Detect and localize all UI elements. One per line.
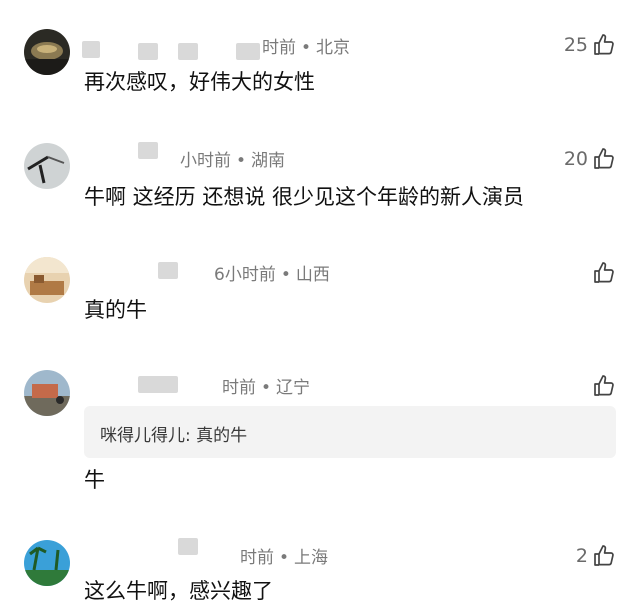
comment-location: 山西 [295, 265, 330, 285]
meta-separator: • [261, 378, 272, 398]
comment-text: 这么牛啊，感兴趣了 [84, 579, 273, 603]
meta-separator: • [301, 38, 312, 58]
quoted-reply-text: 咪得儿得儿: 真的牛 [100, 426, 248, 446]
user-avatar[interactable] [24, 143, 70, 189]
comment-meta: 时前 • 辽宁 [222, 378, 310, 398]
comment-text: 再次感叹，好伟大的女性 [84, 70, 315, 94]
comment-location: 上海 [294, 548, 329, 568]
username-redacted [178, 43, 198, 60]
thumbs-up-icon [594, 34, 614, 55]
comment-time: 小时前 [180, 151, 231, 171]
like-count: 20 [563, 148, 588, 170]
comment-text: 牛啊 这经历 还想说 很少见这个年龄的新人演员 [84, 185, 525, 209]
thumbs-up-icon [594, 262, 614, 283]
like-button[interactable] [588, 374, 616, 398]
comment-location: 北京 [316, 38, 351, 58]
username-redacted [138, 142, 158, 159]
username-redacted [236, 43, 260, 60]
like-button[interactable]: 20 [564, 147, 616, 171]
comment-location: 湖南 [251, 151, 286, 171]
comment-time: 时前 [240, 548, 274, 568]
username-redacted [138, 376, 178, 393]
comment-text: 真的牛 [84, 298, 147, 322]
meta-separator: • [280, 265, 291, 285]
user-avatar[interactable] [24, 370, 70, 416]
like-count: 2 [575, 545, 588, 567]
user-avatar[interactable] [24, 29, 70, 75]
meta-separator: • [236, 151, 247, 171]
username-redacted [138, 43, 158, 60]
comment-time: 时前 [262, 38, 296, 58]
comment-location: 辽宁 [276, 378, 311, 398]
user-avatar[interactable] [24, 257, 70, 303]
comment-time: 时前 [222, 378, 256, 398]
username-redacted [82, 41, 100, 58]
username-redacted [178, 538, 198, 555]
thumbs-up-icon [594, 545, 614, 566]
like-button[interactable]: 25 [564, 33, 616, 57]
thumbs-up-icon [594, 375, 614, 396]
comment-text: 牛 [84, 468, 105, 492]
meta-separator: • [279, 548, 290, 568]
user-avatar[interactable] [24, 540, 70, 586]
comment-meta: 时前 • 上海 [240, 548, 328, 568]
comment-time: 6小时前 [214, 265, 276, 285]
comment-meta: 小时前 • 湖南 [180, 151, 285, 171]
comment-meta: 6小时前 • 山西 [214, 265, 330, 285]
quoted-reply[interactable]: 咪得儿得儿: 真的牛 [84, 406, 616, 458]
like-count: 25 [563, 34, 588, 56]
username-redacted [158, 262, 178, 279]
comment-meta: 时前 • 北京 [262, 38, 350, 58]
like-button[interactable]: 2 [576, 544, 616, 568]
thumbs-up-icon [594, 148, 614, 169]
like-button[interactable] [588, 261, 616, 285]
